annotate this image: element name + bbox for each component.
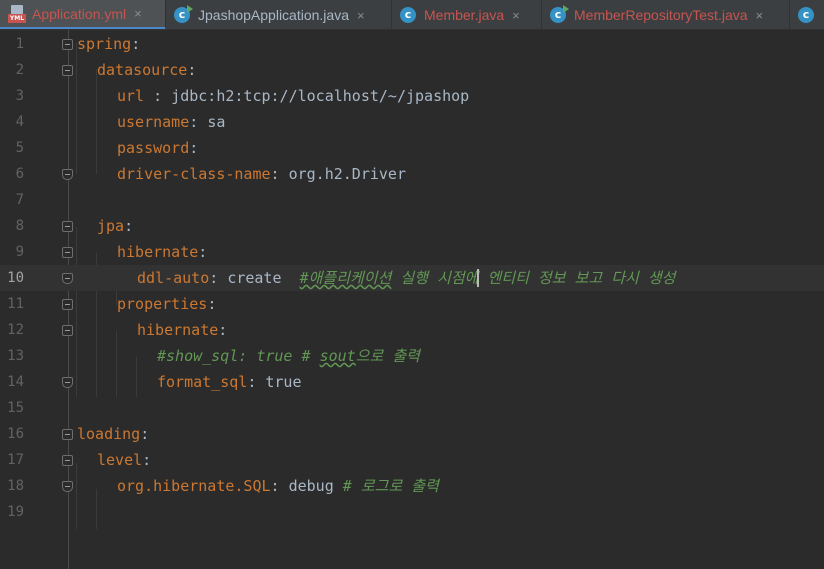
code-line[interactable]: 5 password: (0, 135, 824, 161)
line-number: 19 (7, 504, 24, 520)
line-number: 2 (15, 62, 24, 78)
code-line[interactable]: 14 format_sql: true (0, 369, 824, 395)
code-text: url : jdbc:h2:tcp://localhost/~/jpashop (117, 87, 470, 105)
code-line[interactable]: 3 url : jdbc:h2:tcp://localhost/~/jpasho… (0, 83, 824, 109)
code-line[interactable]: 16 loading: (0, 421, 824, 447)
line-number: 12 (7, 322, 24, 338)
fold-icon[interactable] (62, 39, 73, 50)
line-number: 14 (7, 374, 24, 390)
fold-icon[interactable] (62, 299, 73, 310)
code-line[interactable]: 13 #show_sql: true # sout으로 출력 (0, 343, 824, 369)
code-text: password: (117, 139, 199, 157)
code-line[interactable]: 9 hibernate: (0, 239, 824, 265)
fold-icon[interactable] (62, 221, 73, 232)
code-line[interactable]: 12 hibernate: (0, 317, 824, 343)
tab-label: Member.java (424, 7, 505, 23)
code-text: jpa: (97, 217, 134, 235)
code-line-current[interactable]: 10 ddl-auto: create #애플리케이션 실행 시점에 엔티티 정… (0, 265, 824, 291)
java-class-icon: c (798, 6, 816, 24)
close-icon[interactable]: × (756, 8, 764, 23)
line-number: 17 (7, 452, 24, 468)
line-number: 7 (15, 192, 24, 208)
tab-label: JpashopApplication.java (198, 7, 349, 23)
code-text: level: (97, 451, 152, 469)
close-icon[interactable]: × (512, 8, 520, 23)
fold-icon[interactable] (62, 247, 73, 258)
code-text: org.hibernate.SQL: debug # 로그로 출력 (117, 477, 439, 495)
line-number: 11 (7, 296, 24, 312)
line-number: 5 (15, 140, 24, 156)
fold-end-icon[interactable] (62, 377, 73, 388)
code-line[interactable]: 6 driver-class-name: org.h2.Driver (0, 161, 824, 187)
code-text: #show_sql: true # sout으로 출력 (157, 347, 420, 365)
code-text: datasource: (97, 61, 197, 79)
tab-member-repository-test[interactable]: c MemberRepositoryTest.java × (542, 0, 790, 29)
close-icon[interactable]: × (357, 8, 365, 23)
code-line[interactable]: 15 (0, 395, 824, 421)
tab-label: Application.yml (32, 5, 127, 22)
line-number: 15 (7, 400, 24, 416)
java-class-icon: c (400, 6, 418, 24)
line-number: 18 (7, 478, 24, 494)
fold-icon[interactable] (62, 65, 73, 76)
code-line[interactable]: 2 datasource: (0, 57, 824, 83)
code-line[interactable]: 19 (0, 499, 824, 525)
code-line[interactable]: 4 username: sa (0, 109, 824, 135)
fold-end-icon[interactable] (62, 273, 73, 284)
tab-application-yml[interactable]: YML Application.yml × (0, 0, 166, 29)
close-icon[interactable]: × (134, 6, 142, 21)
code-text: driver-class-name: org.h2.Driver (117, 165, 406, 183)
java-class-run-icon: c (550, 5, 569, 24)
fold-end-icon[interactable] (62, 169, 73, 180)
tab-member[interactable]: c Member.java × (392, 0, 542, 29)
line-number: 3 (15, 88, 24, 104)
tab-label: MemberRepositoryTest.java (574, 7, 748, 23)
fold-icon[interactable] (62, 325, 73, 336)
code-text: hibernate: (117, 243, 208, 261)
fold-icon[interactable] (62, 429, 73, 440)
code-line[interactable]: 7 (0, 187, 824, 213)
code-text: username: sa (117, 113, 226, 131)
java-class-run-icon: c (174, 5, 193, 24)
code-line[interactable]: 17 level: (0, 447, 824, 473)
line-number: 8 (15, 218, 24, 234)
code-line[interactable]: 18 org.hibernate.SQL: debug # 로그로 출력 (0, 473, 824, 499)
code-text: format_sql: true (157, 373, 302, 391)
line-number: 4 (15, 114, 24, 130)
code-text: ddl-auto: create #애플리케이션 실행 시점에 엔티티 정보 보… (137, 269, 676, 287)
line-number: 9 (15, 244, 24, 260)
line-number: 10 (7, 270, 24, 286)
tab-jpashop-application[interactable]: c JpashopApplication.java × (166, 0, 392, 29)
code-line[interactable]: 8 jpa: (0, 213, 824, 239)
yml-file-icon: YML (8, 4, 26, 23)
code-editor[interactable]: 1 spring: 2 datasource: 3 url : jdbc:h2:… (0, 30, 824, 569)
code-line[interactable]: 1 spring: (0, 31, 824, 57)
fold-icon[interactable] (62, 455, 73, 466)
code-text: spring: (77, 35, 141, 53)
code-text: hibernate: (137, 321, 228, 339)
code-text: properties: (117, 295, 217, 313)
line-number: 1 (15, 36, 24, 52)
code-text: loading: (77, 425, 150, 443)
tab-overflow[interactable]: c (790, 0, 824, 29)
line-number: 6 (15, 166, 24, 182)
fold-end-icon[interactable] (62, 481, 73, 492)
line-number: 13 (7, 348, 24, 364)
code-line[interactable]: 11 properties: (0, 291, 824, 317)
line-number: 16 (7, 426, 24, 442)
editor-tab-bar: YML Application.yml × c JpashopApplicati… (0, 0, 824, 30)
